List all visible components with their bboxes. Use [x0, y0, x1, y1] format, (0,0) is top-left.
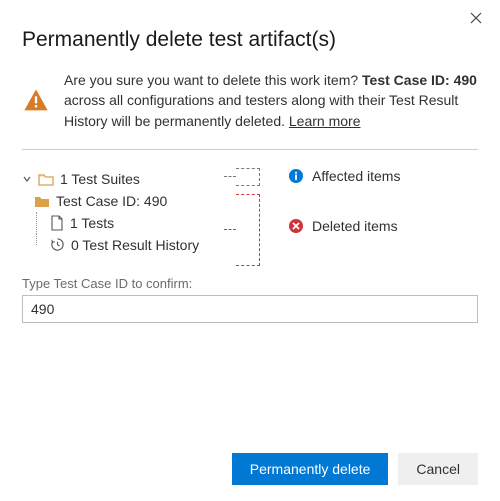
- tree-label: 1 Tests: [70, 215, 114, 231]
- dialog-title: Permanently delete test artifact(s): [22, 28, 478, 52]
- warning-text: Are you sure you want to delete this wor…: [64, 70, 478, 131]
- learn-more-link[interactable]: Learn more: [289, 113, 361, 129]
- history-icon: [50, 237, 65, 252]
- tree-row-suites[interactable]: 1 Test Suites: [22, 168, 222, 190]
- tree-label: Test Case ID: 490: [56, 193, 167, 209]
- artifact-tree: 1 Test Suites Test Case ID: 490 1 Tests: [22, 168, 222, 256]
- warning-bold: Test Case ID: 490: [362, 72, 477, 88]
- tree-connector: [36, 234, 37, 245]
- bracket-deleted: [236, 194, 260, 266]
- legend-label: Affected items: [312, 168, 400, 184]
- bracket-affected: [236, 168, 260, 186]
- warning-icon: [22, 72, 50, 131]
- close-button[interactable]: [466, 8, 486, 28]
- folder-solid-icon: [34, 194, 50, 208]
- tree-label: 0 Test Result History: [71, 237, 199, 253]
- brackets: [230, 168, 270, 256]
- document-icon: [50, 215, 64, 231]
- legend: Affected items Deleted items: [278, 168, 478, 256]
- tree-label: 1 Test Suites: [60, 171, 140, 187]
- legend-deleted: Deleted items: [288, 218, 478, 234]
- tree-row-history[interactable]: 0 Test Result History: [22, 234, 222, 256]
- legend-label: Deleted items: [312, 218, 398, 234]
- confirm-input[interactable]: [22, 295, 478, 323]
- artifact-summary: 1 Test Suites Test Case ID: 490 1 Tests: [22, 168, 478, 256]
- warning-prefix: Are you sure you want to delete this wor…: [64, 72, 362, 88]
- permanently-delete-button[interactable]: Permanently delete: [232, 453, 389, 485]
- warning-row: Are you sure you want to delete this wor…: [22, 70, 478, 131]
- legend-affected: Affected items: [288, 168, 478, 184]
- delete-artifacts-dialog: Permanently delete test artifact(s) Are …: [0, 0, 500, 343]
- tree-connector: [36, 212, 37, 234]
- error-icon: [288, 218, 304, 234]
- info-icon: [288, 168, 304, 184]
- close-icon: [470, 12, 482, 24]
- tree-row-case[interactable]: Test Case ID: 490: [22, 190, 222, 212]
- dialog-footer: Permanently delete Cancel: [232, 453, 478, 485]
- folder-icon: [38, 172, 54, 186]
- tree-row-tests[interactable]: 1 Tests: [22, 212, 222, 234]
- warning-suffix: across all configurations and testers al…: [64, 92, 458, 128]
- confirm-label: Type Test Case ID to confirm:: [22, 276, 478, 291]
- chevron-down-icon: [22, 174, 32, 184]
- cancel-button[interactable]: Cancel: [398, 453, 478, 485]
- separator: [22, 149, 478, 150]
